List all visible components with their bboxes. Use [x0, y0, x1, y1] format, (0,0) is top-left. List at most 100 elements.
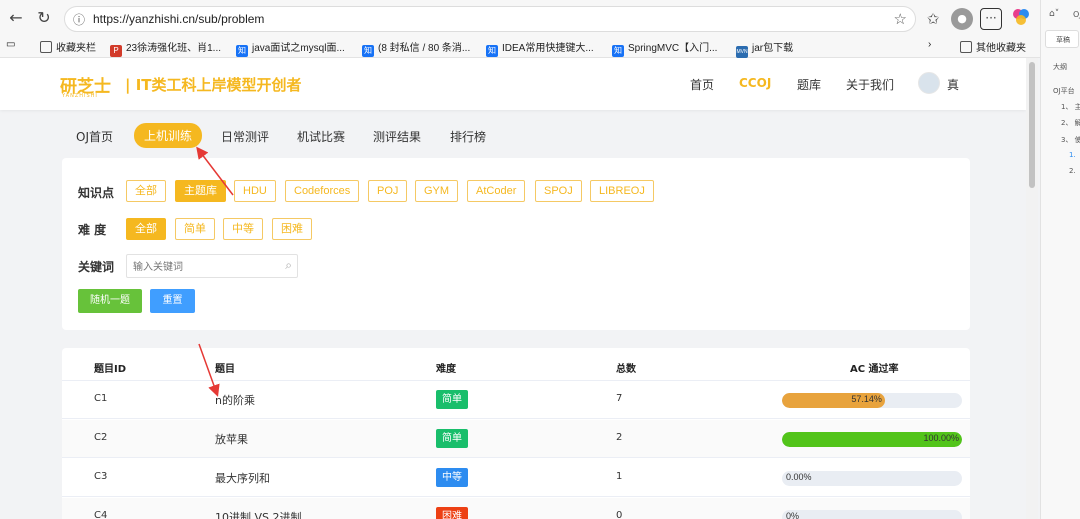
problem-title[interactable]: 最大序列和: [215, 470, 270, 486]
filter-panel: 知识点 全部 主题库 HDU Codeforces POJ GYM AtCode…: [62, 158, 970, 330]
difficulty-label: 难 度: [78, 223, 107, 237]
problem-id: C3: [94, 471, 108, 482]
chevron-right-icon[interactable]: ›: [928, 39, 931, 50]
address-bar[interactable]: ⓘ https://yanzhishi.cn/sub/problem ☆: [64, 6, 916, 32]
reset-button[interactable]: 重置: [150, 289, 195, 313]
ac-rate-text: 57.14%: [851, 394, 882, 404]
subnav-ranking[interactable]: 排行榜: [450, 128, 486, 145]
total-count: 1: [616, 471, 623, 482]
knowledge-tag-atcoder[interactable]: AtCoder: [467, 180, 526, 202]
knowledge-tag-codeforces[interactable]: Codeforces: [285, 180, 360, 202]
subnav-oj-home[interactable]: OJ首页: [76, 128, 113, 145]
outline-item[interactable]: 3、 使: [1061, 135, 1080, 145]
random-problem-button[interactable]: 随机一题: [78, 289, 142, 313]
ac-rate-text: 0%: [786, 511, 800, 519]
ac-rate-bar: 57.14%: [782, 393, 962, 408]
web-page: 研芝士 YANZHISHI | IT类工科上岸模型开创者 首页 CCOJ 题库 …: [0, 58, 1040, 519]
refresh-icon[interactable]: ↻: [34, 8, 54, 28]
site-header: 研芝士 YANZHISHI | IT类工科上岸模型开创者 首页 CCOJ 题库 …: [0, 58, 1026, 110]
favorite-star-icon[interactable]: ☆: [894, 10, 907, 28]
favorites-icon[interactable]: ✩: [922, 8, 944, 30]
outline-item[interactable]: 1、 主: [1061, 102, 1080, 112]
difficulty-tag-medium[interactable]: 中等: [223, 218, 263, 240]
knowledge-tag-libreoj[interactable]: LIBREOJ: [590, 180, 654, 202]
table-header: 题目: [215, 364, 235, 375]
outline-item[interactable]: OJ平台: [1053, 86, 1075, 96]
copilot-icon[interactable]: [1010, 8, 1032, 30]
back-icon[interactable]: ←: [6, 8, 26, 28]
scroll-thumb[interactable]: [1029, 62, 1035, 188]
table-row[interactable]: C2 放苹果 简单 2 100.00%: [62, 420, 970, 458]
knowledge-tag-main[interactable]: 主题库: [175, 180, 226, 202]
difficulty-badge: 中等: [436, 468, 468, 487]
more-menu-icon[interactable]: ···: [980, 8, 1002, 30]
subnav-daily-test[interactable]: 日常测评: [221, 128, 269, 145]
bookmark-item[interactable]: 知 (8 封私信 / 80 条消...: [362, 39, 470, 57]
draft-item[interactable]: 草稿: [1045, 30, 1079, 48]
problem-title[interactable]: n的阶乘: [215, 392, 255, 408]
difficulty-tag-all[interactable]: 全部: [126, 218, 166, 240]
bookmark-item[interactable]: 知 IDEA常用快捷键大...: [486, 39, 594, 57]
knowledge-label: 知识点: [78, 186, 115, 200]
folder-icon: [960, 41, 972, 53]
knowledge-tag-poj[interactable]: POJ: [368, 180, 408, 202]
outline-item[interactable]: 2、 解: [1061, 118, 1080, 128]
problem-title[interactable]: 10进制 VS 2进制: [215, 509, 302, 519]
reading-list-icon[interactable]: ▭: [6, 39, 15, 50]
nav-home[interactable]: 首页: [690, 76, 714, 93]
ac-rate-bar: 0%: [782, 510, 962, 519]
bookmark-folder[interactable]: 收藏夹栏: [40, 39, 96, 54]
difficulty-badge: 简单: [436, 390, 468, 409]
outline-item[interactable]: 2.: [1069, 167, 1076, 175]
difficulty-tag-easy[interactable]: 简单: [175, 218, 215, 240]
total-count: 7: [616, 393, 623, 404]
problem-id: C1: [94, 393, 108, 404]
home-icon[interactable]: ⌂˅: [1049, 9, 1059, 19]
outline-item[interactable]: 1.: [1069, 151, 1076, 159]
difficulty-badge: 困难: [436, 507, 468, 519]
difficulty-tag-hard[interactable]: 困难: [272, 218, 312, 240]
table-header: 题目ID: [94, 364, 127, 375]
subnav-contest[interactable]: 机试比赛: [297, 128, 345, 145]
subnav-training[interactable]: 上机训练: [134, 123, 203, 148]
table-row[interactable]: C4 10进制 VS 2进制 困难 0 0%: [62, 498, 970, 519]
profile-icon[interactable]: ●: [951, 8, 973, 30]
table-row[interactable]: C3 最大序列和 中等 1 0.00%: [62, 459, 970, 497]
bookmarks-bar: ▭ 收藏夹栏 P 23徐涛强化班、肖1... 知 java面试之mysql面... …: [0, 36, 1040, 58]
user-avatar[interactable]: [918, 72, 940, 94]
keyword-field[interactable]: ⌕: [126, 254, 298, 279]
knowledge-tag-gym[interactable]: GYM: [415, 180, 459, 202]
other-bookmarks[interactable]: 其他收藏夹: [960, 39, 1026, 54]
folder-icon: [40, 41, 52, 53]
bookmark-item[interactable]: P 23徐涛强化班、肖1...: [110, 39, 221, 57]
side-panel: ⌂˅ OJ 草稿 大纲 OJ平台 1、 主 2、 解 3、 使 1. 2.: [1040, 0, 1080, 519]
pdf-icon: P: [110, 45, 122, 57]
bookmark-item[interactable]: 知 java面试之mysql面...: [236, 39, 345, 57]
problem-id: C2: [94, 432, 108, 443]
nav-ccoj[interactable]: CCOJ: [739, 76, 771, 90]
table-row[interactable]: C1 n的阶乘 简单 7 57.14%: [62, 381, 970, 419]
page-scrollbar[interactable]: [1026, 58, 1038, 519]
problem-table: 题目ID 题目 难度 总数 AC 通过率 C1 n的阶乘 简单 7 57.14%…: [62, 348, 970, 519]
site-info-icon[interactable]: ⓘ: [73, 11, 85, 28]
knowledge-tag-spoj[interactable]: SPOJ: [535, 180, 582, 202]
knowledge-tag-all[interactable]: 全部: [126, 180, 166, 202]
ac-rate-text: 100.00%: [923, 433, 959, 443]
nav-problems[interactable]: 题库: [797, 76, 821, 93]
url-text[interactable]: https://yanzhishi.cn/sub/problem: [93, 12, 264, 26]
problem-title[interactable]: 放苹果: [215, 431, 248, 447]
bookmark-item[interactable]: 知 SpringMVC【入门...: [612, 39, 717, 57]
bookmark-item[interactable]: MVN jar包下载: [736, 39, 793, 58]
nav-about[interactable]: 关于我们: [846, 76, 894, 93]
search-icon[interactable]: ⌕: [285, 258, 292, 273]
panel-tab[interactable]: OJ: [1073, 10, 1080, 19]
subnav-results[interactable]: 测评结果: [373, 128, 421, 145]
user-name[interactable]: 真: [947, 76, 959, 93]
keyword-label: 关键词: [78, 260, 115, 274]
knowledge-tag-hdu[interactable]: HDU: [234, 180, 276, 202]
keyword-input[interactable]: [133, 256, 273, 279]
maven-icon: MVN: [736, 46, 748, 58]
outline-title: 大纲: [1053, 63, 1067, 71]
site-slogan: | IT类工科上岸模型开创者: [125, 76, 302, 94]
zhihu-icon: 知: [612, 45, 624, 57]
